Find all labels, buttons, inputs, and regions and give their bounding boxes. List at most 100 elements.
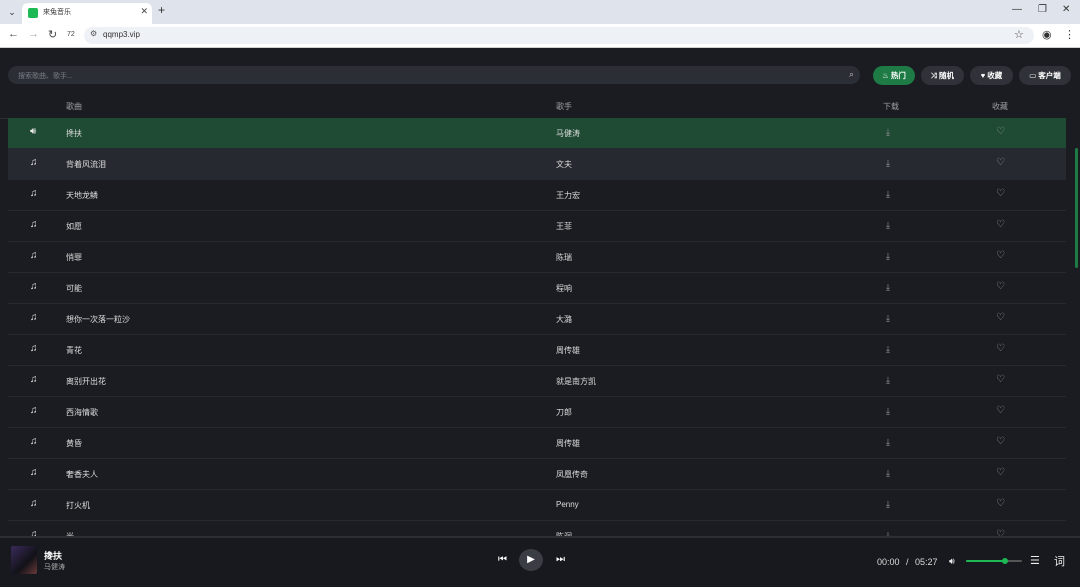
download-icon[interactable]: ⤓ — [886, 251, 890, 262]
search-input[interactable] — [16, 69, 820, 83]
download-icon[interactable]: ⤓ — [886, 189, 890, 200]
music-note-icon[interactable]: ♫ — [30, 281, 38, 292]
song-title: 青花 — [66, 346, 82, 355]
browser-tab[interactable]: 來兔音乐 ✕ — [22, 3, 152, 24]
download-icon[interactable]: ⤓ — [886, 282, 890, 293]
restore-icon[interactable]: ❐ — [1038, 4, 1047, 15]
song-title: 搀扶 — [66, 129, 82, 138]
table-row[interactable]: ♫ 青花 周传雄 ⤓ ♡ — [8, 335, 1066, 366]
new-tab-icon[interactable]: + — [158, 3, 165, 17]
table-row[interactable]: 🔊︎ 搀扶 马健涛 ⤓ ♡ — [8, 118, 1066, 149]
volume-slider[interactable] — [966, 558, 1022, 564]
play-button[interactable]: ▶ — [519, 549, 543, 571]
favorite-heart-icon[interactable]: ♡ — [996, 498, 1005, 509]
favorite-heart-icon[interactable]: ♡ — [996, 188, 1005, 199]
client-button[interactable]: ▭ 客户端 — [1019, 66, 1071, 85]
table-row[interactable]: ♫ 离别开出花 就是南方凯 ⤓ ♡ — [8, 366, 1066, 397]
table-row[interactable]: ♫ 黄昏 周传雄 ⤓ ♡ — [8, 428, 1066, 459]
music-note-icon[interactable]: ♫ — [30, 529, 38, 536]
download-icon[interactable]: ⤓ — [886, 158, 890, 169]
favorite-heart-icon[interactable]: ♡ — [996, 374, 1005, 385]
favorites-button[interactable]: ♥ 收藏 — [970, 66, 1013, 85]
favorite-heart-icon[interactable]: ♡ — [996, 343, 1005, 354]
random-button[interactable]: ⤨ 随机 — [921, 66, 964, 85]
song-title: 离别开出花 — [66, 377, 106, 386]
table-row[interactable]: ♫ 悄罪 陈瑞 ⤓ ♡ — [8, 242, 1066, 273]
music-note-icon[interactable]: ♫ — [30, 467, 38, 478]
playing-volume-icon[interactable]: 🔊︎ — [30, 126, 36, 137]
favorite-heart-icon[interactable]: ♡ — [996, 529, 1005, 536]
browser-menu-icon[interactable]: ⋮ — [1064, 28, 1075, 41]
music-note-icon[interactable]: ♫ — [30, 498, 38, 509]
table-row[interactable]: ♫ 想你一次落一粒沙 大潞 ⤓ ♡ — [8, 304, 1066, 335]
music-note-icon[interactable]: ♫ — [30, 312, 38, 323]
download-icon[interactable]: ⤓ — [886, 127, 890, 138]
song-artist: 大潞 — [556, 315, 572, 324]
lyrics-button[interactable]: 词 — [1054, 553, 1065, 569]
back-icon[interactable]: ← — [8, 28, 19, 40]
favorite-heart-icon[interactable]: ♡ — [996, 281, 1005, 292]
music-note-icon[interactable]: ♫ — [30, 188, 38, 199]
download-icon[interactable]: ⤓ — [886, 344, 890, 355]
reload-icon[interactable]: ↻ — [48, 28, 57, 41]
scrollbar-thumb[interactable] — [1075, 148, 1078, 268]
table-row[interactable]: ♫ 可能 程响 ⤓ ♡ — [8, 273, 1066, 304]
table-row[interactable]: ♫ 天地龙鳞 王力宏 ⤓ ♡ — [8, 180, 1066, 211]
next-icon[interactable]: ⏭ — [556, 554, 565, 565]
table-row[interactable]: ♫ 西海情歌 刀郎 ⤓ ♡ — [8, 397, 1066, 428]
favorite-heart-icon[interactable]: ♡ — [996, 157, 1005, 168]
previous-icon[interactable]: ⏮ — [498, 554, 507, 565]
tab-close-icon[interactable]: ✕ — [140, 6, 148, 17]
music-note-icon[interactable]: ♫ — [30, 343, 38, 354]
table-header: 歌曲 歌手 下载 收藏 — [0, 95, 1066, 119]
music-note-icon[interactable]: ♫ — [30, 157, 38, 168]
download-icon[interactable]: ⤓ — [886, 375, 890, 386]
favorite-heart-icon[interactable]: ♡ — [996, 436, 1005, 447]
download-icon[interactable]: ⤓ — [886, 437, 890, 448]
volume-knob[interactable] — [1002, 558, 1009, 564]
download-icon[interactable]: ⤓ — [886, 220, 890, 231]
favorite-heart-icon[interactable]: ♡ — [996, 405, 1005, 416]
music-note-icon[interactable]: ♫ — [30, 250, 38, 261]
favorite-heart-icon[interactable]: ♡ — [996, 312, 1005, 323]
album-cover[interactable] — [11, 546, 37, 574]
desktop-icon: ▭ — [1029, 71, 1037, 80]
close-window-icon[interactable]: ✕ — [1062, 4, 1070, 15]
url-field[interactable]: ⚙ qqmp3.vip — [84, 27, 1034, 44]
table-row[interactable]: ♫ 打火机 Penny ⤓ ♡ — [8, 490, 1066, 521]
bookmark-star-icon[interactable]: ☆ — [1014, 28, 1024, 41]
table-row[interactable]: ♫ 如愿 王菲 ⤓ ♡ — [8, 211, 1066, 242]
download-icon[interactable]: ⤓ — [886, 313, 890, 324]
artist-column-header: 歌手 — [556, 102, 572, 111]
heart-icon: ♥ — [980, 71, 986, 80]
download-icon[interactable]: ⤓ — [886, 468, 890, 479]
song-artist: 马健涛 — [556, 129, 580, 138]
volume-icon[interactable]: 🔊︎ — [949, 556, 955, 567]
favorite-heart-icon[interactable]: ♡ — [996, 219, 1005, 230]
shuffle-icon: ⤨ — [931, 71, 937, 80]
hot-button[interactable]: ♨ 热门 — [873, 66, 915, 85]
music-note-icon[interactable]: ♫ — [30, 405, 38, 416]
table-row[interactable]: ♫ 背着风流泪 文夫 ⤓ ♡ — [8, 149, 1066, 180]
zoom-indicator: 72 — [67, 31, 75, 38]
table-row[interactable]: ♫ 奢香夫人 凤凰传奇 ⤓ ♡ — [8, 459, 1066, 490]
music-note-icon[interactable]: ♫ — [30, 436, 38, 447]
profile-icon[interactable]: ◉ — [1042, 28, 1052, 41]
song-artist: 周传雄 — [556, 346, 580, 355]
song-title: 奢香夫人 — [66, 470, 98, 479]
download-icon[interactable]: ⤓ — [886, 499, 890, 510]
playlist-icon[interactable]: ☰ — [1030, 554, 1040, 567]
minimize-icon[interactable]: — — [1012, 4, 1022, 15]
favorite-heart-icon[interactable]: ♡ — [996, 250, 1005, 261]
tab-search-icon[interactable]: ⌄ — [5, 5, 19, 19]
music-note-icon[interactable]: ♫ — [30, 374, 38, 385]
download-icon[interactable]: ⤓ — [886, 406, 890, 417]
search-icon[interactable]: ⌕ — [849, 69, 854, 80]
favorite-heart-icon[interactable]: ♡ — [996, 126, 1005, 137]
table-row[interactable]: ♫光陈洞⤓♡ — [8, 521, 1066, 536]
favorite-heart-icon[interactable]: ♡ — [996, 467, 1005, 478]
forward-icon[interactable]: → — [28, 28, 39, 40]
site-settings-icon[interactable]: ⚙ — [90, 29, 97, 38]
client-label: 客户端 — [1038, 71, 1061, 80]
music-note-icon[interactable]: ♫ — [30, 219, 38, 230]
